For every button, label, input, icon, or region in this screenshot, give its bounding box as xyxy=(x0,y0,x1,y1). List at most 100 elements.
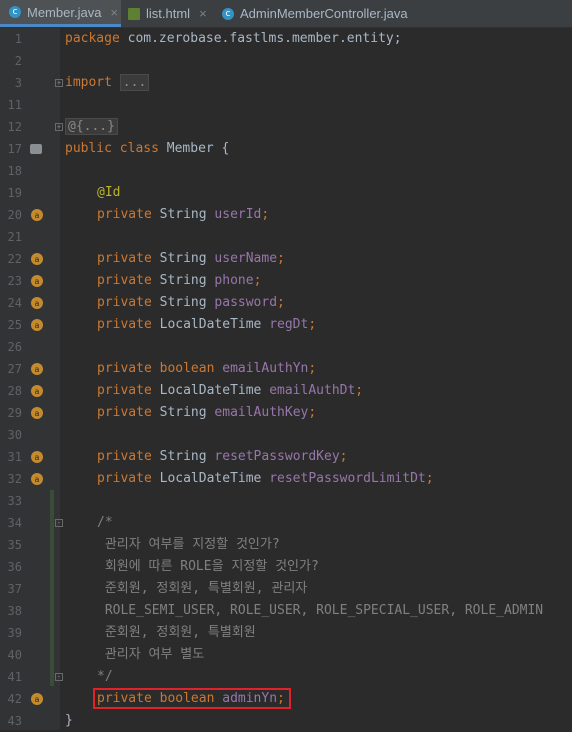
field-annotation-icon[interactable]: a xyxy=(31,451,43,463)
semicolon: ; xyxy=(308,405,317,420)
line-number: 37 xyxy=(7,582,22,596)
fold-collapse-icon[interactable]: - xyxy=(55,519,63,527)
package-name: com.zerobase.fastlms.member.entity; xyxy=(119,31,402,46)
fold-expand-icon[interactable]: + xyxy=(55,79,63,87)
code-line[interactable]: @Id xyxy=(97,182,120,204)
line-number: 43 xyxy=(7,714,22,728)
line-number: 3 xyxy=(14,76,22,90)
code-line[interactable]: private String userId; xyxy=(97,204,269,226)
tab-label: AdminMemberController.java xyxy=(240,6,408,21)
field-name: userId xyxy=(214,207,262,222)
keyword: private xyxy=(97,207,152,222)
comment-line[interactable]: 준회원, 정회원, 특별회원 xyxy=(97,622,256,644)
field-annotation-icon[interactable]: a xyxy=(31,363,43,375)
tab-label: Member.java xyxy=(27,4,102,20)
line-number: 38 xyxy=(7,604,22,618)
field-annotation-icon[interactable]: a xyxy=(31,473,43,485)
type-name: String xyxy=(151,449,215,464)
field-annotation-icon[interactable]: a xyxy=(31,693,43,705)
line-number: 35 xyxy=(7,538,22,552)
semicolon: ; xyxy=(425,471,434,486)
tab-admin-member-controller[interactable]: c AdminMemberController.java xyxy=(222,0,422,27)
code-line[interactable]: private LocalDateTime resetPasswordLimit… xyxy=(97,468,434,490)
keyword: private xyxy=(97,383,152,398)
type-name: String xyxy=(151,273,215,288)
class-icon: c xyxy=(9,6,21,18)
comment-line[interactable]: 준회원, 정회원, 특별회원, 관리자 xyxy=(97,578,307,600)
class-name: Member { xyxy=(158,141,230,156)
field-name: resetPasswordLimitDt xyxy=(269,471,426,486)
keyword: class xyxy=(119,141,159,156)
code-line[interactable]: public class Member { xyxy=(65,138,229,160)
field-name: userName xyxy=(214,251,278,266)
field-annotation-icon[interactable]: a xyxy=(31,319,43,331)
code-line[interactable]: private String resetPasswordKey; xyxy=(97,446,347,468)
close-icon[interactable]: × xyxy=(199,6,207,21)
field-annotation-icon[interactable]: a xyxy=(31,407,43,419)
code-line[interactable]: private boolean emailAuthYn; xyxy=(97,358,316,380)
line-number: 27 xyxy=(7,362,22,376)
line-number: 39 xyxy=(7,626,22,640)
line-number: 25 xyxy=(7,318,22,332)
code-line[interactable]: package com.zerobase.fastlms.member.enti… xyxy=(65,28,402,50)
line-number: 26 xyxy=(7,340,22,354)
comment-line[interactable]: ROLE_SEMI_USER, ROLE_USER, ROLE_SPECIAL_… xyxy=(97,600,543,622)
field-annotation-icon[interactable]: a xyxy=(31,275,43,287)
line-number: 32 xyxy=(7,472,22,486)
fold-expand-icon[interactable]: + xyxy=(55,123,63,131)
field-name: emailAuthKey xyxy=(214,405,309,420)
code-line[interactable]: private String phone; xyxy=(97,270,261,292)
class-icon: c xyxy=(222,7,234,20)
semicolon: ; xyxy=(261,207,270,222)
keyword: private xyxy=(97,471,152,486)
line-number: 41 xyxy=(7,670,22,684)
tab-list-html[interactable]: list.html × xyxy=(128,0,218,27)
code-line[interactable]: private String password; xyxy=(97,292,285,314)
vcs-added-lines-marker[interactable] xyxy=(50,490,54,686)
line-number: 11 xyxy=(7,98,22,112)
code-line[interactable]: private LocalDateTime regDt; xyxy=(97,314,316,336)
line-number: 2 xyxy=(14,54,22,68)
field-annotation-icon[interactable]: a xyxy=(31,297,43,309)
code-line[interactable]: import ... xyxy=(65,72,150,94)
field-annotation-icon[interactable]: a xyxy=(31,253,43,265)
field-annotation-icon[interactable]: a xyxy=(31,209,43,221)
type-name: String xyxy=(151,251,215,266)
highlight-box xyxy=(93,688,291,709)
comment-line[interactable]: 관리자 여부를 지정할 것인가? xyxy=(97,534,280,556)
code-line[interactable]: @{...} xyxy=(65,116,118,138)
semicolon: ; xyxy=(277,295,285,310)
code-line[interactable]: private String emailAuthKey; xyxy=(97,402,316,424)
folded-annotations[interactable]: @{...} xyxy=(65,118,118,135)
line-number: 40 xyxy=(7,648,22,662)
keyword: private xyxy=(97,405,152,420)
close-icon[interactable]: × xyxy=(110,5,118,20)
closing-brace: } xyxy=(65,713,73,728)
code-line[interactable]: private String userName; xyxy=(97,248,285,270)
code-line[interactable]: private LocalDateTime emailAuthDt; xyxy=(97,380,363,402)
keyword: private xyxy=(97,295,152,310)
code-line[interactable]: } xyxy=(65,710,73,732)
fold-end-icon[interactable]: - xyxy=(55,673,63,681)
line-number: 19 xyxy=(7,186,22,200)
semicolon: ; xyxy=(253,273,262,288)
database-entity-icon[interactable] xyxy=(30,144,42,154)
line-number: 34 xyxy=(7,516,22,530)
comment-line[interactable]: 관리자 여부 별도 xyxy=(97,644,204,666)
line-number: 31 xyxy=(7,450,22,464)
line-number: 24 xyxy=(7,296,22,310)
folded-region[interactable]: ... xyxy=(119,74,150,91)
semicolon: ; xyxy=(308,317,317,332)
keyword: package xyxy=(65,31,120,46)
keyword: private xyxy=(97,361,152,376)
comment-line[interactable]: 회원에 따른 ROLE을 지정할 것인가? xyxy=(97,556,319,578)
comment-open[interactable]: /* xyxy=(97,512,113,534)
line-number: 28 xyxy=(7,384,22,398)
tab-member-java[interactable]: c Member.java × xyxy=(0,0,121,27)
comment-close[interactable]: */ xyxy=(97,666,113,688)
line-number: 1 xyxy=(14,32,22,46)
semicolon: ; xyxy=(355,383,364,398)
line-number: 22 xyxy=(7,252,22,266)
field-annotation-icon[interactable]: a xyxy=(31,385,43,397)
keyword: private xyxy=(97,317,152,332)
